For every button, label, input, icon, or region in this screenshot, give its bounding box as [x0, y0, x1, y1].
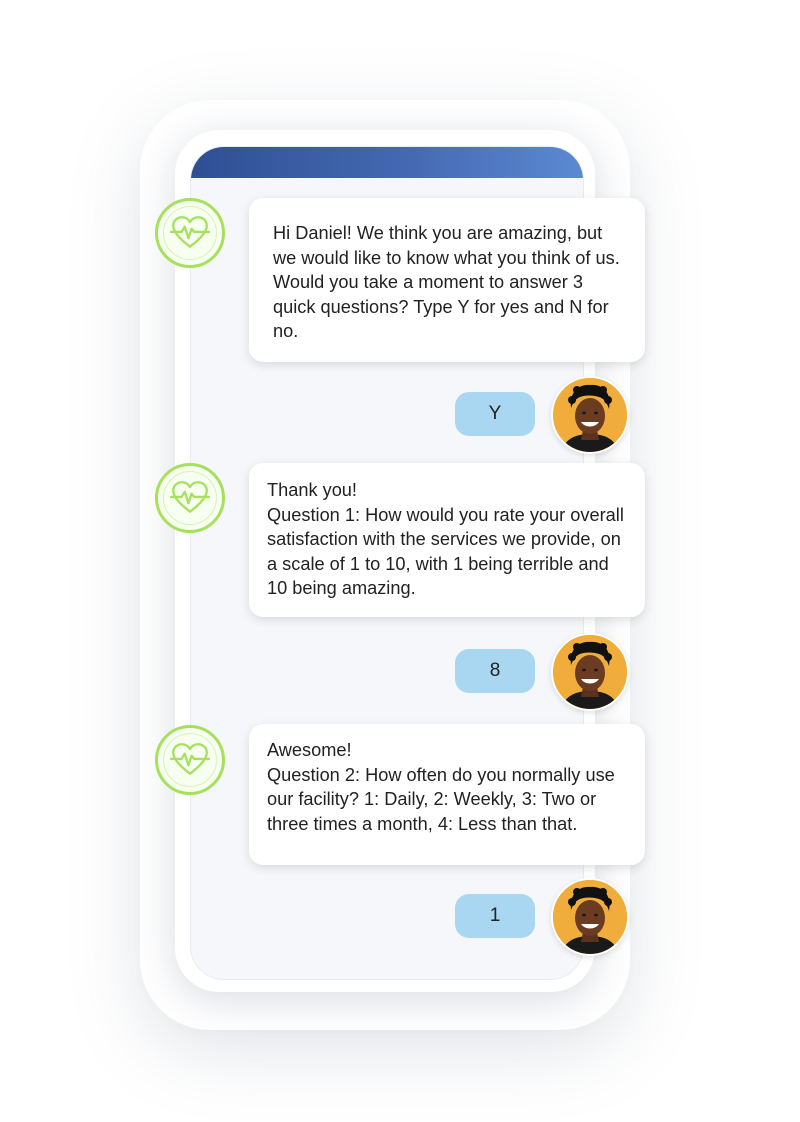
bot-message-bubble: Awesome! Question 2: How often do you no…	[249, 724, 645, 865]
heart-pulse-icon	[169, 743, 211, 775]
heart-pulse-icon	[169, 481, 211, 513]
bot-avatar	[155, 463, 225, 533]
user-avatar	[551, 376, 629, 454]
user-avatar	[551, 633, 629, 711]
bot-message-bubble: Hi Daniel! We think you are amazing, but…	[249, 198, 645, 362]
bot-avatar	[155, 198, 225, 268]
user-reply-bubble: 8	[455, 649, 535, 693]
chat-header	[191, 147, 583, 178]
user-avatar	[551, 878, 629, 956]
heart-pulse-icon	[169, 216, 211, 248]
user-reply-bubble: Y	[455, 392, 535, 436]
user-reply-bubble: 1	[455, 894, 535, 938]
bot-message-bubble: Thank you! Question 1: How would you rat…	[249, 463, 645, 617]
bot-avatar	[155, 725, 225, 795]
